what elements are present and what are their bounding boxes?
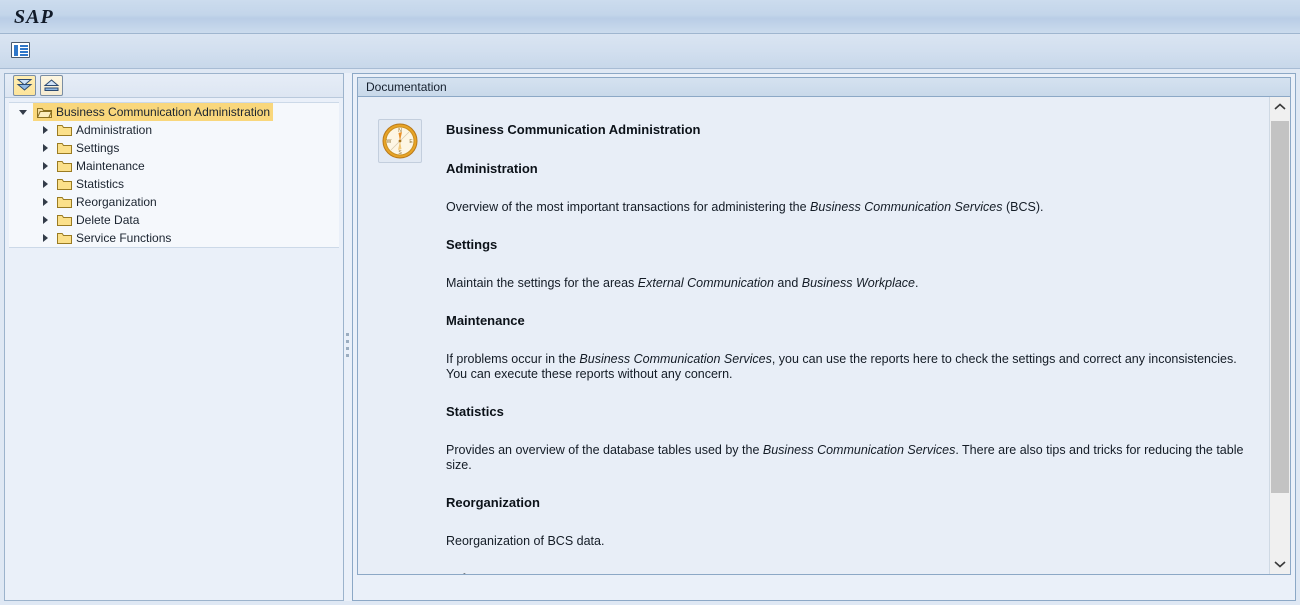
tree-node-statistics[interactable]: Statistics <box>9 175 339 193</box>
folder-icon <box>57 124 72 136</box>
documentation-section-heading: Statistics <box>446 404 504 419</box>
tree-node-settings[interactable]: Settings <box>9 139 339 157</box>
documentation-section-body: Provides an overview of the database tab… <box>446 443 1244 472</box>
folder-icon <box>57 232 72 244</box>
splitter-grip[interactable] <box>346 333 350 359</box>
menu-toolbar: © www.tutorialkart.com <box>0 34 1300 99</box>
folder-icon <box>57 142 72 154</box>
sap-gui-window: SAP © www.tutorialkart.com Business Comm <box>0 0 1300 605</box>
tree-node-label: Settings <box>76 141 120 155</box>
collapse-all-button[interactable] <box>40 75 63 96</box>
svg-text:W: W <box>387 139 392 145</box>
tree-node-label: Administration <box>76 123 153 137</box>
documentation-section-heading: Administration <box>446 161 538 176</box>
tree-toolbar <box>5 74 343 98</box>
panel-splitter[interactable] <box>344 73 352 601</box>
tree-node-label: Maintenance <box>76 159 145 173</box>
documentation-section-body: Reorganization of BCS data. <box>446 534 605 548</box>
tree-node-administration[interactable]: Administration <box>9 121 339 139</box>
documentation-section-heading: Delete Data <box>446 572 1261 575</box>
documentation-section-body: If problems occur in the Business Commun… <box>446 352 1237 381</box>
list-menu-icon[interactable] <box>11 42 30 58</box>
compass-icon: N S E W <box>378 119 422 163</box>
sap-logo: SAP <box>14 6 54 28</box>
documentation-content: N S E W Business Communication Administr… <box>358 97 1270 574</box>
open-folder-icon <box>37 106 52 118</box>
folder-icon <box>57 178 72 190</box>
chevron-right-icon[interactable] <box>41 198 50 207</box>
tree-node-label: Reorganization <box>76 195 157 209</box>
tree-node-service-functions[interactable]: Service Functions <box>9 229 339 247</box>
chevron-right-icon[interactable] <box>41 126 50 135</box>
expand-all-button[interactable] <box>13 75 36 96</box>
chevron-down-icon[interactable] <box>19 108 28 117</box>
tree-node-label: Business Communication Administration <box>56 105 271 119</box>
documentation-section-body: Overview of the most important transacti… <box>446 200 1044 214</box>
collapse-all-icon <box>43 79 60 91</box>
expand-all-icon <box>16 79 33 91</box>
tree-node-label: Delete Data <box>76 213 140 227</box>
title-bar: SAP <box>0 0 1300 34</box>
chevron-down-icon <box>1274 561 1286 568</box>
documentation-text: Business Communication Administration Adm… <box>446 122 1261 575</box>
navigation-tree-panel: Business Communication Administration Adm… <box>4 73 344 601</box>
tree-node-root[interactable]: Business Communication Administration <box>9 103 339 121</box>
documentation-scrollbar[interactable] <box>1269 97 1290 574</box>
tree-list: Business Communication Administration Adm… <box>9 102 339 248</box>
chevron-right-icon[interactable] <box>41 234 50 243</box>
chevron-up-icon <box>1274 103 1286 110</box>
folder-icon <box>57 214 72 226</box>
scroll-down-button[interactable] <box>1270 554 1290 574</box>
chevron-right-icon[interactable] <box>41 180 50 189</box>
tree-node-label: Service Functions <box>76 231 172 245</box>
folder-icon <box>57 196 72 208</box>
documentation-frame: N S E W Business Communication Administr… <box>357 96 1291 575</box>
tree-body: Business Communication Administration Adm… <box>5 99 343 600</box>
status-bar <box>0 601 1300 605</box>
chevron-right-icon[interactable] <box>41 144 50 153</box>
chevron-right-icon[interactable] <box>41 162 50 171</box>
chevron-right-icon[interactable] <box>41 216 50 225</box>
scroll-up-button[interactable] <box>1270 97 1290 117</box>
documentation-section-heading: Reorganization <box>446 495 540 510</box>
tree-node-delete-data[interactable]: Delete Data <box>9 211 339 229</box>
documentation-panel: Documentation N S E W Business Communica… <box>352 73 1296 601</box>
tree-node-maintenance[interactable]: Maintenance <box>9 157 339 175</box>
folder-icon <box>57 160 72 172</box>
tab-documentation[interactable]: Documentation <box>357 77 1291 96</box>
tree-node-reorganization[interactable]: Reorganization <box>9 193 339 211</box>
documentation-section-heading: Maintenance <box>446 313 525 328</box>
scrollbar-thumb[interactable] <box>1271 121 1289 493</box>
documentation-section-heading: Settings <box>446 237 498 252</box>
documentation-title: Business Communication Administration <box>446 122 701 137</box>
tree-node-label: Statistics <box>76 177 125 191</box>
documentation-section-body: Maintain the settings for the areas Exte… <box>446 276 919 290</box>
